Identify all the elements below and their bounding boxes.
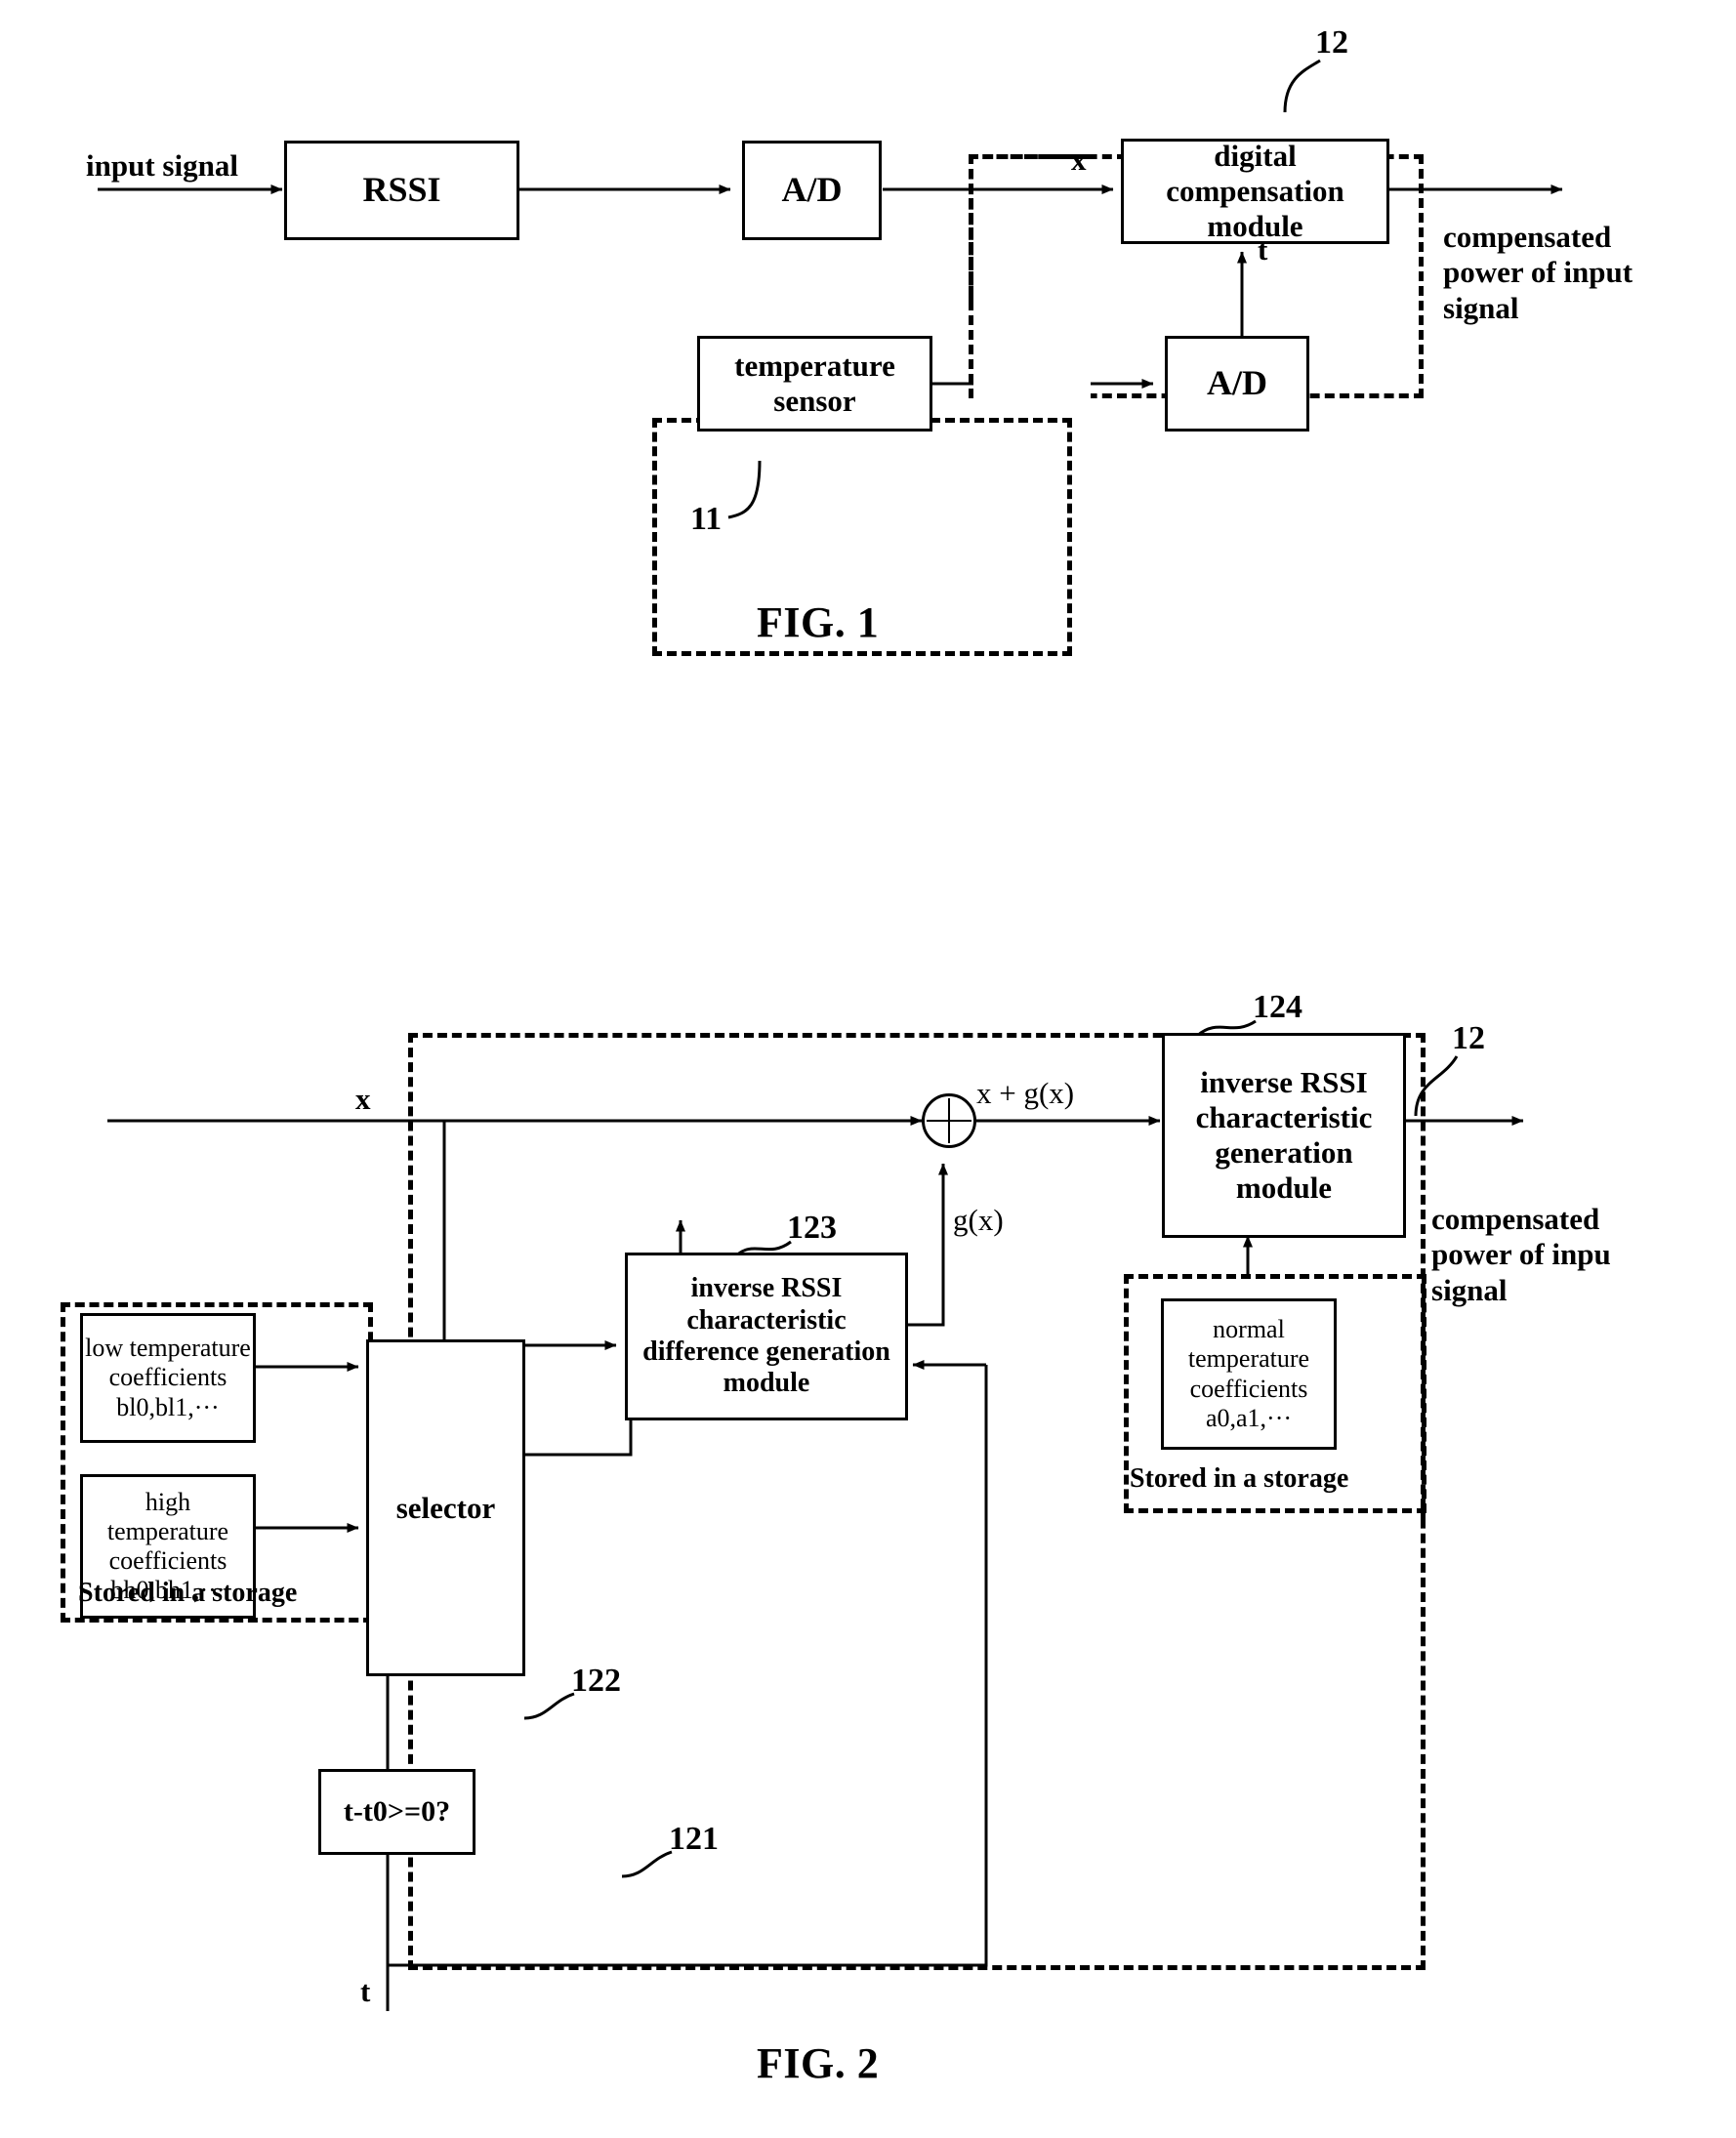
fig1-block-temperature-sensor: temperature sensor [697, 336, 932, 432]
fig1-ref-numeral-12: 12 [1315, 24, 1348, 61]
fig1-block-rssi: RSSI [284, 141, 519, 240]
fig2-block-inverse-rssi-difference-module-label: inverse RSSI characteristic difference g… [642, 1273, 890, 1399]
fig2-block-comparator-label: t-t0>=0? [343, 1794, 451, 1828]
fig2-block-normal-temperature-coefficients-label: normal temperature coefficients a0,a1,··… [1187, 1315, 1310, 1432]
fig2-block-inverse-rssi-difference-module: inverse RSSI characteristic difference g… [625, 1253, 908, 1420]
fig1-ref-numeral-11: 11 [690, 501, 723, 537]
fig1-block-ad-2-label: A/D [1207, 363, 1267, 403]
fig2-block-low-temperature-coefficients: low temperature coefficients bl0,bl1,··· [80, 1313, 256, 1443]
fig1-label-input-signal: input signal [86, 148, 238, 183]
patent-drawing-sheet: RSSI A/D digital compensation module tem… [0, 0, 1736, 2138]
fig1-label-t: t [1258, 232, 1268, 267]
fig2-block-normal-temperature-coefficients: normal temperature coefficients a0,a1,··… [1161, 1298, 1337, 1450]
fig2-right-storage-note: Stored in a storage [1130, 1463, 1349, 1494]
fig2-label-x-plus-gx: x + g(x) [976, 1076, 1075, 1110]
fig2-label-t: t [360, 1974, 371, 2008]
fig2-block-low-temperature-coefficients-label: low temperature coefficients bl0,bl1,··· [85, 1334, 251, 1421]
fig2-sum-node [922, 1093, 976, 1148]
fig1-block-temperature-sensor-label: temperature sensor [734, 349, 895, 418]
fig1-boundary-mask-a [973, 293, 1091, 405]
fig2-block-comparator: t-t0>=0? [318, 1769, 475, 1855]
fig2-left-storage-note: Stored in a storage [78, 1578, 298, 1608]
fig1-block-digital-compensation-module-label: digital compensation module [1166, 139, 1344, 243]
fig1-block-rssi-label: RSSI [362, 170, 441, 210]
fig1-block-ad-1-label: A/D [781, 170, 843, 210]
fig2-block-selector: selector [366, 1339, 525, 1676]
fig2-ref-numeral-12: 12 [1452, 1020, 1485, 1056]
fig1-caption: FIG. 1 [757, 598, 880, 646]
fig2-label-output: compensated power of inpu signal [1431, 1201, 1611, 1307]
fig2-caption: FIG. 2 [757, 2039, 880, 2087]
fig2-ref-numeral-122: 122 [571, 1663, 621, 1699]
fig2-block-inverse-rssi-generation-module-label: inverse RSSI characteristic generation m… [1195, 1065, 1373, 1205]
fig1-block-digital-compensation-module: digital compensation module [1121, 139, 1389, 244]
fig2-label-gx: g(x) [953, 1203, 1004, 1237]
fig2-ref-numeral-124: 124 [1253, 989, 1302, 1025]
fig2-unit-right-edge [1414, 1269, 1426, 1523]
fig1-block-ad-1: A/D [742, 141, 882, 240]
fig1-block-ad-2: A/D [1165, 336, 1309, 432]
fig2-label-x: x [355, 1082, 371, 1116]
fig2-ref-numeral-123: 123 [787, 1210, 837, 1246]
fig2-block-inverse-rssi-generation-module: inverse RSSI characteristic generation m… [1162, 1033, 1406, 1238]
fig2-ref-numeral-121: 121 [669, 1821, 719, 1857]
fig1-label-output: compensated power of input signal [1443, 219, 1633, 325]
fig2-block-selector-label: selector [395, 1490, 496, 1525]
fig1-label-x: x [1071, 143, 1087, 177]
